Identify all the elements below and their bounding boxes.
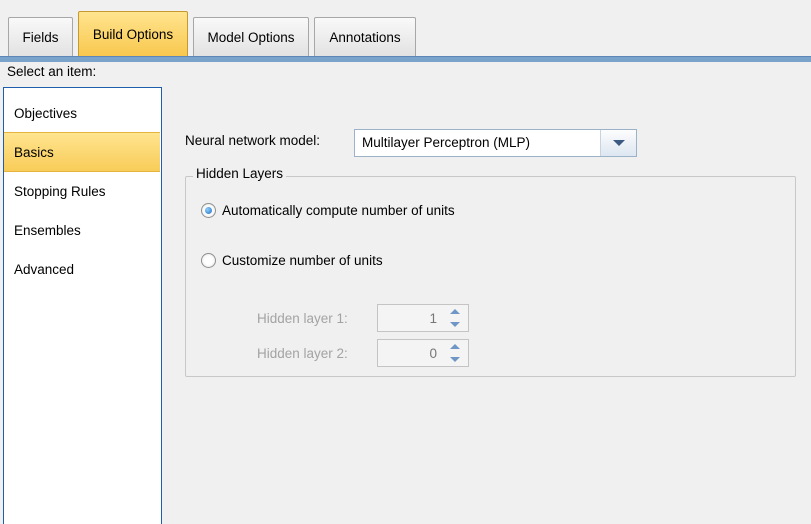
auto-units-radio[interactable] — [201, 203, 216, 218]
hidden-layer-2-value: 0 — [429, 346, 437, 361]
list-item-ensembles[interactable]: Ensembles — [4, 210, 160, 250]
tab-build-options-label: Build Options — [92, 26, 174, 42]
list-item-label: Advanced — [14, 261, 75, 277]
tab-model-options[interactable]: Model Options — [193, 17, 309, 56]
tab-model-options-label: Model Options — [207, 29, 295, 45]
hidden-layer-1-label: Hidden layer 1: — [257, 311, 348, 326]
spin-down-icon[interactable] — [444, 318, 466, 331]
hidden-layers-title: Hidden Layers — [193, 166, 287, 181]
tab-fields-label: Fields — [22, 29, 59, 45]
list-item-label: Basics — [14, 144, 54, 160]
select-item-label: Select an item: — [7, 64, 97, 79]
tab-annotations[interactable]: Annotations — [314, 17, 416, 56]
hidden-layer-2-label: Hidden layer 2: — [257, 346, 348, 361]
tab-annotations-label: Annotations — [329, 29, 401, 45]
model-dropdown-button[interactable] — [600, 130, 636, 156]
custom-units-label: Customize number of units — [222, 253, 383, 268]
hidden-layer-2-spin-buttons — [442, 340, 468, 366]
item-list: Objectives Basics Stopping Rules Ensembl… — [3, 87, 162, 524]
custom-units-radio[interactable] — [201, 253, 216, 268]
model-select-value: Multilayer Perceptron (MLP) — [362, 135, 531, 150]
hidden-layer-2-stepper[interactable]: 0 — [377, 339, 469, 367]
auto-units-option[interactable]: Automatically compute number of units — [201, 203, 455, 218]
model-label: Neural network model: — [185, 133, 321, 148]
tab-divider — [0, 56, 811, 62]
tab-strip: Fields Build Options Model Options Annot… — [0, 0, 811, 62]
list-item-label: Objectives — [14, 105, 78, 121]
auto-units-label: Automatically compute number of units — [222, 203, 455, 218]
hidden-layer-1-value: 1 — [429, 311, 437, 326]
hidden-layer-1-spin-buttons — [442, 305, 468, 331]
list-item-stopping-rules[interactable]: Stopping Rules — [4, 171, 160, 211]
chevron-down-icon — [612, 140, 625, 146]
list-item-objectives[interactable]: Objectives — [4, 93, 160, 133]
spin-up-icon[interactable] — [444, 340, 466, 353]
list-item-advanced[interactable]: Advanced — [4, 249, 160, 289]
list-item-basics[interactable]: Basics — [4, 132, 160, 172]
list-item-label: Stopping Rules — [14, 183, 106, 199]
tab-build-options[interactable]: Build Options — [78, 11, 188, 56]
hidden-layer-1-stepper[interactable]: 1 — [377, 304, 469, 332]
spin-up-icon[interactable] — [444, 305, 466, 318]
tab-fields[interactable]: Fields — [8, 17, 73, 56]
model-select[interactable]: Multilayer Perceptron (MLP) — [354, 129, 637, 157]
spin-down-icon[interactable] — [444, 353, 466, 366]
custom-units-option[interactable]: Customize number of units — [201, 253, 383, 268]
list-item-label: Ensembles — [14, 222, 81, 238]
